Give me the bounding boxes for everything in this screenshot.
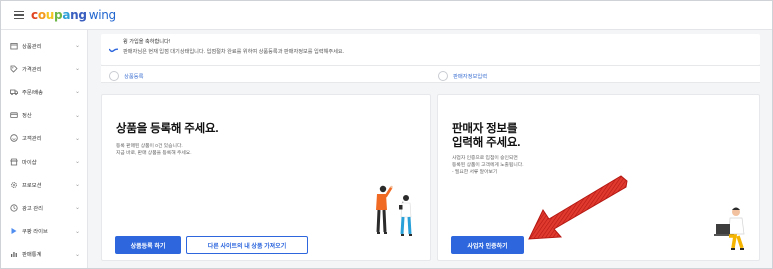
sidebar-item-coupang-live[interactable]: 쿠팡 라이브 ⌄ [1, 220, 87, 243]
menu-icon[interactable] [14, 11, 24, 19]
card-description: 등록된 상품이 고객에게 노출됩니다. [452, 163, 524, 168]
welcome-description: 판매자님은 현재 입점 대기상태입니다. 입점절차 완료를 위하여 상품등록과 … [123, 49, 345, 55]
chevron-down-icon: ⌄ [75, 182, 81, 189]
laptop-user-illustration [714, 207, 745, 250]
sidebar-item-price[interactable]: 가격관리 ⌄ [1, 57, 87, 80]
sidebar-item-customer[interactable]: 고객관리 ⌄ [1, 127, 87, 150]
sidebar-item-label: 고객관리 [22, 136, 42, 143]
sidebar: 상품관리 ⌄ 가격관리 ⌄ 주문/배송 ⌄ 정산 ⌄ 고객관리 ⌄ 마이샵 ⌄ [1, 30, 88, 268]
top-bar: coupang wing [1, 1, 772, 30]
coupang-wing-logo[interactable]: coupang wing [31, 8, 116, 22]
sidebar-item-label: 쿠팡 라이브 [22, 229, 48, 236]
chevron-down-icon: ⌄ [75, 43, 81, 50]
card-description: 사업자 인증으로 입점이 승인되면 [452, 156, 518, 161]
chevron-down-icon: ⌄ [75, 112, 81, 119]
step-label: 상품등록 [124, 74, 144, 80]
sidebar-item-label: 주문/배송 [22, 89, 43, 96]
seller-info-card: 판매자 정보를 입력해 주세요. 사업자 인증으로 입점이 승인되면 등록된 상… [437, 94, 760, 261]
chevron-down-icon: ⌄ [75, 135, 81, 142]
live-icon [10, 227, 18, 235]
chevron-down-icon: ⌄ [75, 66, 81, 73]
clock-icon [10, 204, 18, 212]
people-illustration [376, 185, 412, 236]
card-title-line2: 입력해 주세요. [452, 137, 521, 149]
sidebar-item-order-shipping[interactable]: 주문/배송 ⌄ [1, 80, 87, 103]
price-tag-icon [10, 65, 18, 73]
welcome-text: 윙 가입을 축하합니다! [123, 39, 171, 45]
step-product-register[interactable]: 상품등록 [109, 71, 144, 81]
sidebar-item-label: 판매통계 [22, 252, 42, 259]
import-products-button[interactable]: 다른 사이트의 내 상품 가져오기 [186, 236, 308, 254]
red-arrow-annotation [528, 175, 628, 240]
sidebar-item-label: 마이샵 [22, 159, 37, 166]
card-description: 등록 판매된 상품이 0건 있습니다. [116, 144, 183, 149]
truck-icon [10, 88, 18, 96]
sidebar-item-label: 가격관리 [22, 66, 42, 73]
step-label: 판매자정보입력 [453, 74, 488, 80]
radio-circle [109, 71, 119, 81]
card-description: 지금 바로, 판매 상품을 등록해 주세요. [116, 151, 192, 156]
box-icon [10, 42, 18, 50]
chevron-down-icon: ⌄ [75, 205, 81, 212]
onboarding-steps: 상품등록 판매자정보입력 [101, 65, 760, 83]
step-seller-info[interactable]: 판매자정보입력 [438, 71, 487, 81]
shop-icon [10, 158, 18, 166]
sidebar-item-ads[interactable]: 광고 관리 ⌄ [1, 196, 87, 219]
sidebar-item-label: 프로모션 [22, 182, 42, 189]
sidebar-item-myshop[interactable]: 마이샵 ⌄ [1, 150, 87, 173]
card-title: 상품을 등록해 주세요. [116, 123, 219, 135]
required-documents-link[interactable]: - 필요한 서류 알아보기 [452, 169, 497, 176]
product-register-card: 상품을 등록해 주세요. 등록 판매된 상품이 0건 있습니다. 지금 바로, … [101, 94, 431, 261]
main-content: 윙 가입을 축하합니다! 판매자님은 현재 입점 대기상태입니다. 입점절차 완… [88, 30, 772, 268]
wallet-icon [10, 111, 18, 119]
business-verification-button[interactable]: 사업자 인증하기 [451, 236, 524, 254]
radio-circle [438, 71, 448, 81]
chevron-down-icon: ⌄ [75, 228, 81, 235]
sidebar-item-label: 상품관리 [22, 43, 42, 50]
welcome-notice: 윙 가입을 축하합니다! 판매자님은 현재 입점 대기상태입니다. 입점절차 완… [101, 34, 760, 65]
card-title-line1: 판매자 정보를 [452, 123, 518, 135]
chevron-down-icon: ⌄ [75, 89, 81, 96]
wave-icon [109, 48, 118, 53]
sidebar-item-promotion[interactable]: 프로모션 ⌄ [1, 173, 87, 196]
gear-icon [10, 181, 18, 189]
sidebar-item-settlement[interactable]: 정산 ⌄ [1, 104, 87, 127]
bar-chart-icon [10, 250, 18, 258]
sidebar-item-sales-stats[interactable]: 판매통계 ⌄ [1, 243, 87, 266]
sidebar-item-label: 광고 관리 [22, 205, 43, 212]
sidebar-item-product[interactable]: 상품관리 ⌄ [1, 34, 87, 57]
register-product-button[interactable]: 상품등록 하기 [115, 236, 181, 254]
app-window: coupang wing 상품관리 ⌄ 가격관리 ⌄ 주문/배송 ⌄ 정산 ⌄ 고… [0, 0, 773, 269]
smile-icon [10, 134, 18, 143]
chevron-down-icon: ⌄ [75, 251, 81, 258]
chevron-down-icon: ⌄ [75, 159, 81, 166]
sidebar-item-label: 정산 [22, 113, 32, 120]
